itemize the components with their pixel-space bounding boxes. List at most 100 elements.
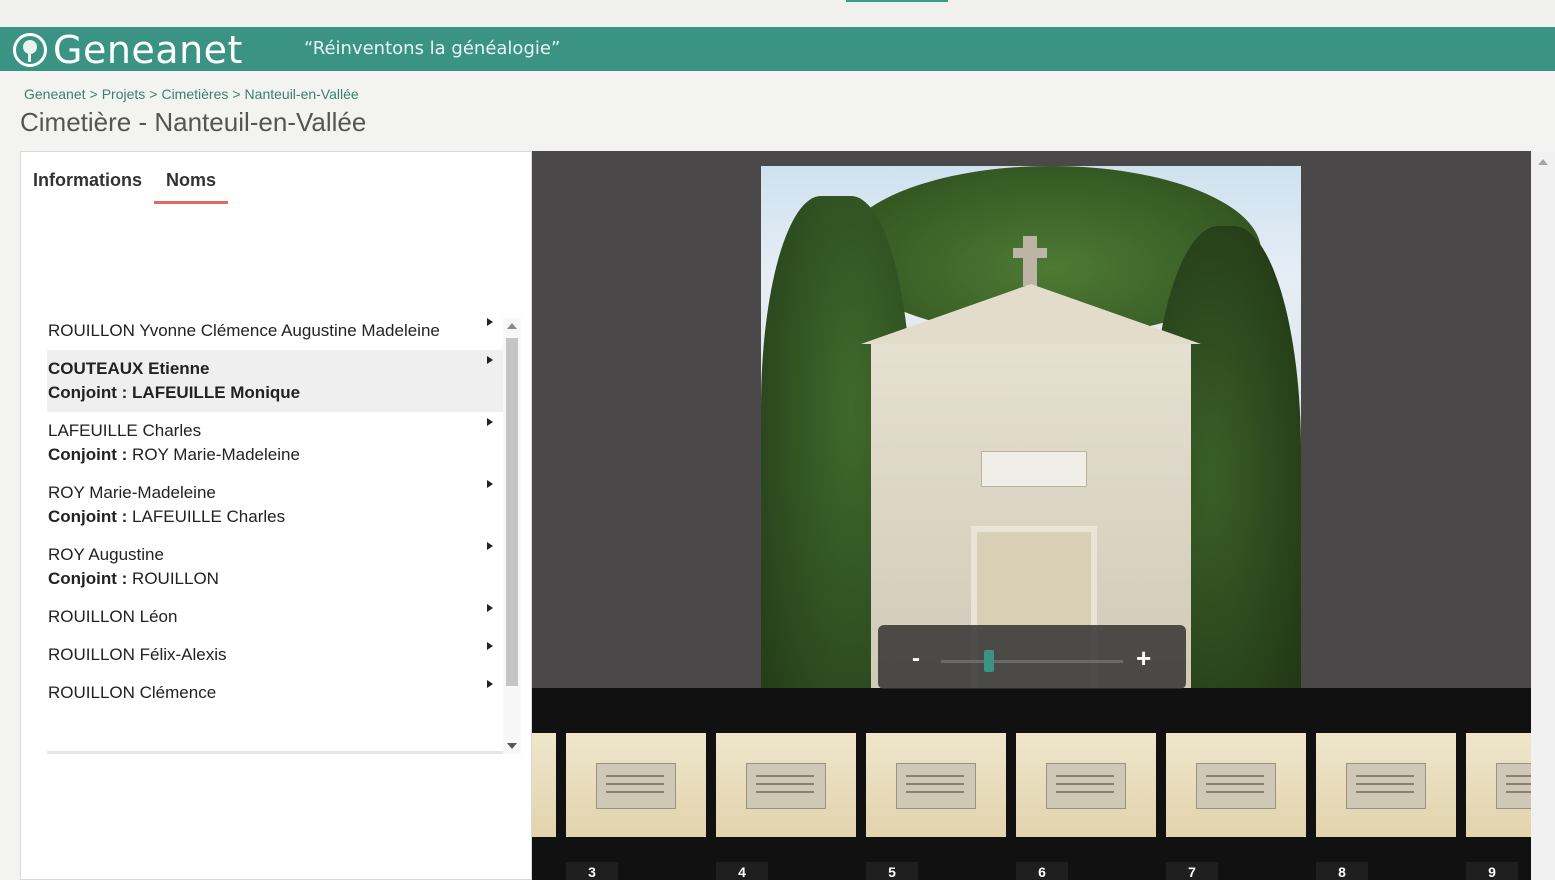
- scroll-down-arrow-icon[interactable]: [507, 743, 517, 749]
- thumbnail[interactable]: [1166, 733, 1306, 837]
- spouse-label: Conjoint :: [48, 445, 128, 464]
- zoom-out-button[interactable]: -: [912, 647, 920, 671]
- thumbnail-inscription: [606, 775, 664, 777]
- thumbnail-number: 8: [1316, 862, 1368, 880]
- list-item[interactable]: ROY Marie-Madeleine Conjoint : LAFEUILLE …: [47, 474, 503, 536]
- spouse-label: Conjoint :: [48, 569, 128, 588]
- photo-roof: [861, 284, 1201, 344]
- thumbnail-plaque: [1196, 763, 1276, 809]
- thumbnail-number: 4: [716, 862, 768, 880]
- list-item[interactable]: ROUILLON Clémence: [47, 674, 503, 712]
- left-panel: Informations Noms ROUILLON Yvonne Clémenc…: [20, 151, 532, 880]
- slogan: “Réinventons la généalogie”: [304, 38, 561, 59]
- spouse-line: Conjoint : LAFEUILLE Monique: [48, 381, 503, 405]
- list-divider: [47, 751, 503, 754]
- thumbnail-inscription: [1056, 775, 1114, 777]
- breadcrumb-separator: >: [232, 86, 241, 102]
- thumbnail[interactable]: [1316, 733, 1456, 837]
- page-scrollbar[interactable]: [1531, 151, 1555, 880]
- thumbnail[interactable]: [716, 733, 856, 837]
- tab-informations[interactable]: Informations: [33, 170, 154, 204]
- page-scroll-up-icon[interactable]: [1538, 159, 1548, 165]
- breadcrumb-separator: >: [89, 86, 98, 102]
- thumbnail-number: 3: [566, 862, 618, 880]
- breadcrumb-link[interactable]: Projets: [102, 86, 146, 102]
- names-list: ROUILLON Yvonne Clémence Augustine Madel…: [47, 312, 503, 754]
- person-name: ROUILLON Yvonne Clémence Augustine Madel…: [48, 321, 440, 340]
- zoom-slider-track[interactable]: [941, 660, 1123, 663]
- expand-arrow-icon[interactable]: [487, 418, 493, 426]
- spouse-name: ROY Marie-Madeleine: [132, 445, 300, 464]
- thumbnail[interactable]: [1016, 733, 1156, 837]
- photo-viewer: 3 4 5 6 7 8 9 - +: [532, 151, 1531, 880]
- geneanet-logo[interactable]: Geneanet: [13, 31, 243, 69]
- thumbnail-inscription: [1506, 775, 1531, 777]
- photo-cross: [1013, 236, 1047, 286]
- names-scrollbar[interactable]: [503, 318, 521, 754]
- person-name: ROUILLON Léon: [48, 607, 178, 626]
- zoom-slider-handle[interactable]: [984, 650, 994, 672]
- expand-arrow-icon[interactable]: [487, 642, 493, 650]
- thumbnail-plaque: [1496, 763, 1531, 809]
- person-name: ROY Marie-Madeleine: [48, 483, 216, 502]
- expand-arrow-icon[interactable]: [487, 318, 493, 326]
- thumbnail-number: 5: [866, 862, 918, 880]
- expand-arrow-icon[interactable]: [487, 356, 493, 364]
- list-item[interactable]: ROY Augustine Conjoint : ROUILLON: [47, 536, 503, 598]
- browser-top-strip: [0, 0, 1555, 27]
- scroll-thumb[interactable]: [506, 338, 518, 686]
- spouse-name: LAFEUILLE Monique: [132, 383, 301, 402]
- scroll-up-arrow-icon[interactable]: [507, 323, 517, 329]
- thumbnail-plaque: [596, 763, 676, 809]
- thumbnail-inscription: [1206, 775, 1264, 777]
- list-item[interactable]: ROUILLON Félix-Alexis: [47, 636, 503, 674]
- top-tab-indicator: [846, 0, 948, 2]
- thumbnail-number: 9: [1466, 862, 1518, 880]
- list-item[interactable]: COUTEAUX Etienne Conjoint : LAFEUILLE Mon…: [47, 350, 503, 412]
- person-name: LAFEUILLE Charles: [48, 421, 202, 440]
- spouse-line: Conjoint : ROUILLON: [48, 567, 503, 591]
- thumbnail[interactable]: [866, 733, 1006, 837]
- thumbnail-plaque: [896, 763, 976, 809]
- zoom-control: - +: [878, 625, 1186, 689]
- spouse-label: Conjoint :: [48, 383, 128, 402]
- list-item[interactable]: ROUILLON Yvonne Clémence Augustine Madel…: [47, 312, 503, 350]
- person-name: COUTEAUX Etienne: [48, 359, 210, 378]
- thumbnail-plaque: [1346, 763, 1426, 809]
- thumbnail[interactable]: [566, 733, 706, 837]
- brand-header: Geneanet “Réinventons la généalogie”: [0, 27, 1555, 71]
- person-name: ROUILLON Clémence: [48, 683, 217, 702]
- breadcrumb-link[interactable]: Cimetières: [161, 86, 228, 102]
- list-item[interactable]: ROUILLON Léon: [47, 598, 503, 636]
- thumbnail-plaque: [746, 763, 826, 809]
- breadcrumb-link[interactable]: Nanteuil-en-Vallée: [245, 86, 359, 102]
- expand-arrow-icon[interactable]: [487, 680, 493, 688]
- tab-noms[interactable]: Noms: [154, 170, 229, 204]
- expand-arrow-icon[interactable]: [487, 604, 493, 612]
- expand-arrow-icon[interactable]: [487, 480, 493, 488]
- person-name: ROUILLON Félix-Alexis: [48, 645, 227, 664]
- zoom-in-button[interactable]: +: [1136, 645, 1151, 671]
- tree-logo-icon: [13, 33, 47, 67]
- spouse-line: Conjoint : ROY Marie-Madeleine: [48, 443, 503, 467]
- spouse-name: ROUILLON: [132, 569, 219, 588]
- thumbnail-inscription: [906, 775, 964, 777]
- thumbnail-inscription: [1356, 775, 1414, 777]
- spouse-line: Conjoint : LAFEUILLE Charles: [48, 505, 503, 529]
- spouse-label: Conjoint :: [48, 507, 128, 526]
- thumbnail-partial[interactable]: [532, 733, 556, 837]
- breadcrumb: Geneanet > Projets > Cimetières > Nanteuil-en-…: [24, 86, 359, 102]
- breadcrumb-link[interactable]: Geneanet: [24, 86, 86, 102]
- thumbnail-inscription: [756, 775, 814, 777]
- thumbnail-number: 6: [1016, 862, 1068, 880]
- thumbnail-plaque: [1046, 763, 1126, 809]
- thumbnail[interactable]: [1466, 733, 1531, 837]
- expand-arrow-icon[interactable]: [487, 542, 493, 550]
- thumbnail-strip: 3 4 5 6 7 8 9: [532, 688, 1531, 880]
- list-item[interactable]: LAFEUILLE Charles Conjoint : ROY Marie-Ma…: [47, 412, 503, 474]
- logo-text: Geneanet: [53, 28, 243, 72]
- photo-plaque: [981, 451, 1087, 487]
- thumbnail-number: 7: [1166, 862, 1218, 880]
- spouse-name: LAFEUILLE Charles: [132, 507, 286, 526]
- page-title: Cimetière - Nanteuil-en-Vallée: [20, 107, 367, 137]
